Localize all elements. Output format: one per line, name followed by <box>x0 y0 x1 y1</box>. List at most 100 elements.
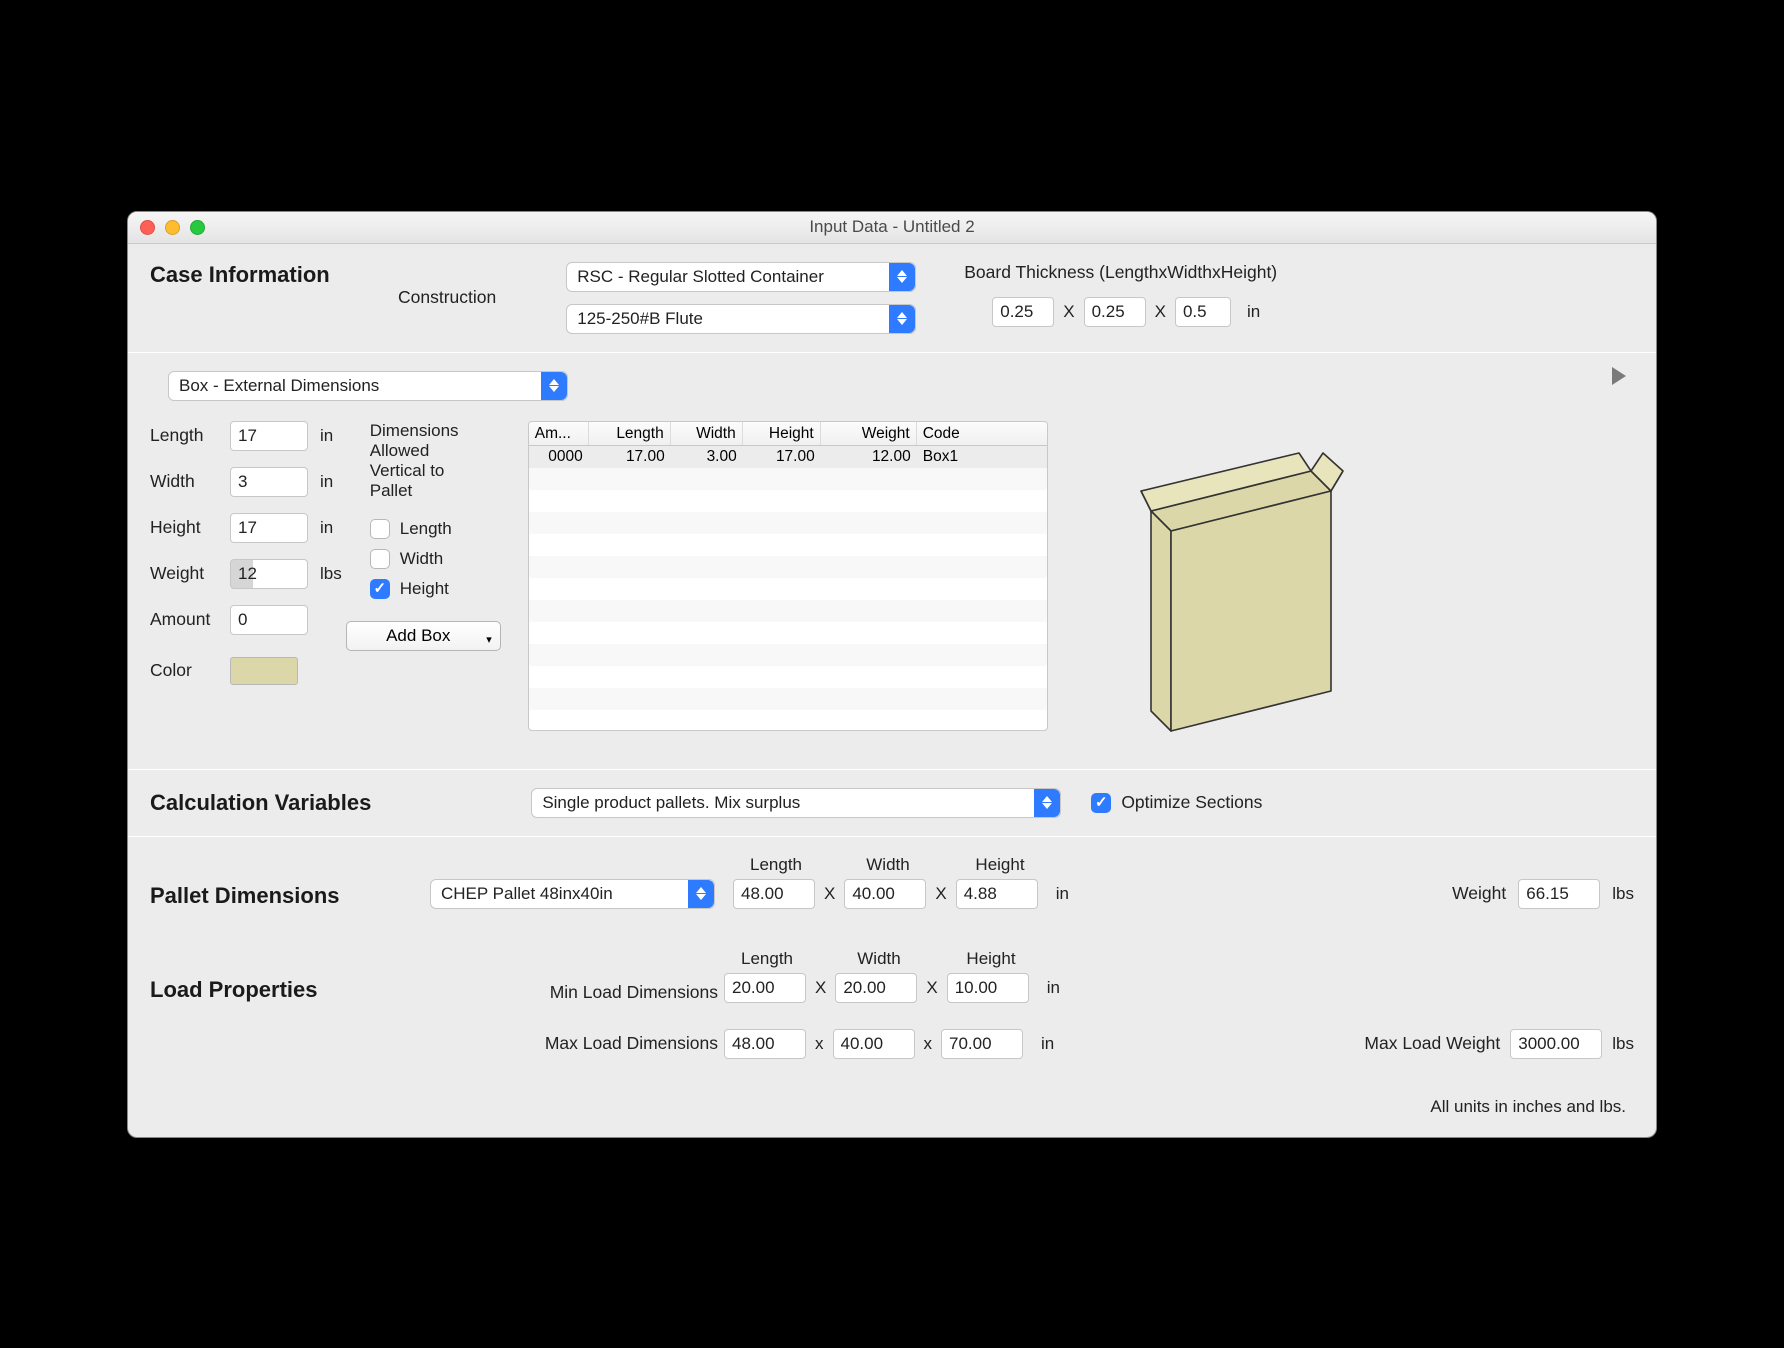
pallet-width-input[interactable] <box>844 879 926 909</box>
chevron-down-icon: ▾ <box>486 633 492 646</box>
allow-width-checkbox[interactable] <box>370 549 390 569</box>
allowed-h4: Pallet <box>370 481 500 501</box>
thickness-length-input[interactable] <box>992 297 1054 327</box>
chevron-updown-icon <box>889 305 915 333</box>
allowed-h3: Vertical to <box>370 461 500 481</box>
box-dimension-mode-value: Box - External Dimensions <box>179 376 379 396</box>
min-load-length-input[interactable] <box>724 973 806 1003</box>
load-l-label: Length <box>724 949 810 969</box>
table-row[interactable]: 0000 17.00 3.00 17.00 12.00 Box1 <box>529 446 1047 468</box>
box-width-input[interactable] <box>230 467 308 497</box>
flute-select[interactable]: 125-250#B Flute <box>566 304 916 334</box>
thickness-height-input[interactable] <box>1175 297 1231 327</box>
allow-height-label: Height <box>400 579 449 599</box>
pallet-dims-heading: Pallet Dimensions <box>150 883 430 909</box>
length-label: Length <box>150 425 230 446</box>
multiply-label: X <box>806 978 835 998</box>
multiply-label: X <box>917 978 946 998</box>
pallet-type-value: CHEP Pallet 48inx40in <box>441 884 613 904</box>
box-preview-icon <box>1076 421 1386 751</box>
th-weight[interactable]: Weight <box>821 422 917 445</box>
min-load-unit: in <box>1047 978 1060 998</box>
th-code[interactable]: Code <box>917 422 1047 445</box>
color-label: Color <box>150 660 230 681</box>
calc-vars-heading: Calculation Variables <box>150 790 371 816</box>
calc-mode-value: Single product pallets. Mix surplus <box>542 793 800 813</box>
chevron-updown-icon <box>688 880 714 908</box>
box-weight-input[interactable] <box>230 559 308 589</box>
pallet-type-select[interactable]: CHEP Pallet 48inx40in <box>430 879 715 909</box>
add-box-label: Add Box <box>386 626 450 646</box>
min-load-height-input[interactable] <box>947 973 1029 1003</box>
app-window: Input Data - Untitled 2 Case Information… <box>127 211 1657 1138</box>
max-load-length-input[interactable] <box>724 1029 806 1059</box>
footer-units-note: All units in inches and lbs. <box>150 1089 1634 1127</box>
pallet-length-input[interactable] <box>733 879 815 909</box>
box-length-input[interactable] <box>230 421 308 451</box>
pallet-l-label: Length <box>733 855 819 875</box>
optimize-sections-checkbox[interactable] <box>1091 793 1111 813</box>
pallet-w-label: Width <box>845 855 931 875</box>
chevron-updown-icon <box>889 263 915 291</box>
width-label: Width <box>150 471 230 492</box>
in-unit: in <box>320 518 333 538</box>
th-amount[interactable]: Am... <box>529 422 589 445</box>
max-load-label: Max Load Dimensions <box>510 1033 718 1054</box>
th-length[interactable]: Length <box>589 422 671 445</box>
construction-label: Construction <box>398 287 496 308</box>
table-header: Am... Length Width Height Weight Code <box>529 422 1047 446</box>
box-dimension-mode-select[interactable]: Box - External Dimensions <box>168 371 568 401</box>
allowed-h1: Dimensions <box>370 421 500 441</box>
td-weight: 12.00 <box>821 446 917 468</box>
pallet-weight-label: Weight <box>1452 883 1506 904</box>
pallet-unit: in <box>1056 884 1069 904</box>
allow-length-label: Length <box>400 519 452 539</box>
td-height: 17.00 <box>743 446 821 468</box>
multiply-label: X <box>815 884 844 904</box>
allow-length-checkbox[interactable] <box>370 519 390 539</box>
table-empty-rows <box>529 468 1047 710</box>
window-title: Input Data - Untitled 2 <box>128 217 1656 237</box>
allow-width-label: Width <box>400 549 443 569</box>
calc-mode-select[interactable]: Single product pallets. Mix surplus <box>531 788 1061 818</box>
th-height[interactable]: Height <box>743 422 821 445</box>
board-thickness-label: Board Thickness (LengthxWidthxHeight) <box>964 262 1277 283</box>
thickness-unit: in <box>1247 302 1260 322</box>
pallet-weight-unit: lbs <box>1612 884 1634 904</box>
pallet-height-input[interactable] <box>956 879 1038 909</box>
multiply-label: X <box>1054 302 1083 322</box>
load-props-heading: Load Properties <box>150 977 510 1003</box>
box-height-input[interactable] <box>230 513 308 543</box>
disclosure-right-icon[interactable] <box>1612 367 1626 385</box>
td-amount: 0000 <box>529 446 589 468</box>
max-load-width-input[interactable] <box>833 1029 915 1059</box>
max-load-weight-input[interactable] <box>1510 1029 1602 1059</box>
multiply-label: X <box>1146 302 1175 322</box>
box-amount-input[interactable] <box>230 605 308 635</box>
pallet-weight-input[interactable] <box>1518 879 1600 909</box>
multiply-label: X <box>926 884 955 904</box>
allow-height-checkbox[interactable] <box>370 579 390 599</box>
td-code: Box1 <box>917 446 1047 468</box>
content-area: Case Information Construction RSC - Regu… <box>128 244 1656 1137</box>
load-h-label: Height <box>948 949 1034 969</box>
amount-label: Amount <box>150 609 230 630</box>
box-table: Am... Length Width Height Weight Code 00… <box>528 421 1048 731</box>
load-w-label: Width <box>836 949 922 969</box>
th-width[interactable]: Width <box>671 422 743 445</box>
box-color-swatch[interactable] <box>230 657 298 685</box>
weight-label: Weight <box>150 563 230 584</box>
thickness-width-input[interactable] <box>1084 297 1146 327</box>
optimize-sections-label: Optimize Sections <box>1121 792 1262 813</box>
chevron-updown-icon <box>1034 789 1060 817</box>
multiply-label: x <box>915 1034 942 1054</box>
in-unit: in <box>320 472 333 492</box>
max-load-height-input[interactable] <box>941 1029 1023 1059</box>
add-box-button[interactable]: Add Box ▾ <box>346 621 501 651</box>
construction-select[interactable]: RSC - Regular Slotted Container <box>566 262 916 292</box>
construction-select-value: RSC - Regular Slotted Container <box>577 267 824 287</box>
case-info-heading: Case Information <box>150 262 360 288</box>
min-load-width-input[interactable] <box>835 973 917 1003</box>
max-load-weight-unit: lbs <box>1612 1034 1634 1054</box>
td-length: 17.00 <box>589 446 671 468</box>
